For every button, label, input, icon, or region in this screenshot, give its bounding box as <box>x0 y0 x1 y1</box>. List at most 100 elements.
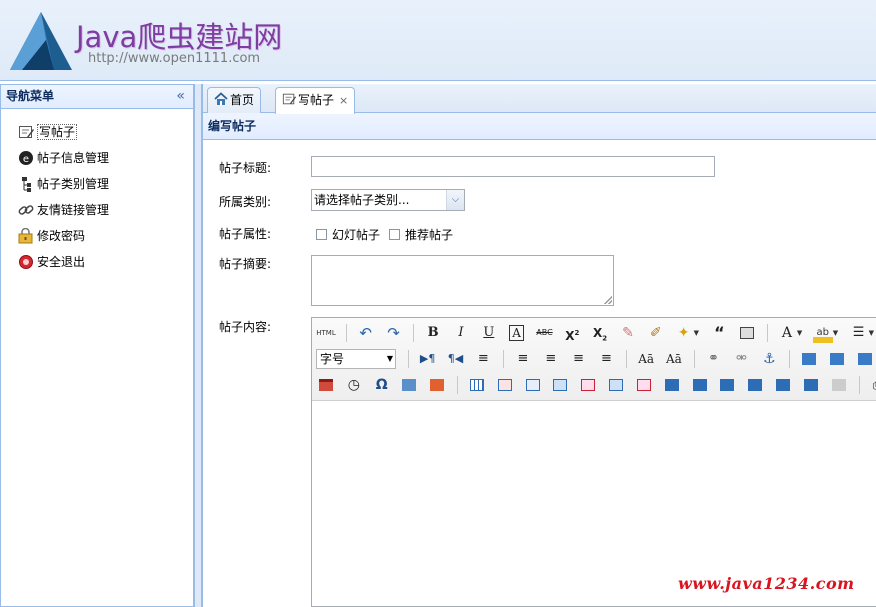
delete-row-icon[interactable] <box>578 375 598 395</box>
split-cols-icon[interactable] <box>801 375 821 395</box>
uppercase-icon[interactable]: Aā <box>636 349 656 369</box>
tab-write-post[interactable]: 写帖子 × <box>275 87 356 114</box>
tab-home[interactable]: 首页 <box>207 87 262 113</box>
nav-item-label: 友情链接管理 <box>37 203 110 217</box>
insert-row-icon[interactable] <box>550 375 570 395</box>
paste-plain-icon[interactable] <box>737 323 757 343</box>
checkbox-box[interactable] <box>316 229 327 240</box>
collapse-icon[interactable]: « <box>176 85 185 108</box>
tab-label: 写帖子 <box>298 93 335 107</box>
merge-cells-icon[interactable] <box>662 375 682 395</box>
template-icon[interactable] <box>427 375 447 395</box>
italic-icon[interactable]: I <box>451 323 471 343</box>
chevron-down-icon[interactable]: ⌵ <box>446 190 464 210</box>
split-rows-icon[interactable] <box>773 375 793 395</box>
wordimage-icon[interactable] <box>399 375 419 395</box>
background-color-icon[interactable]: ab <box>812 323 833 343</box>
align-center-icon[interactable]: ≡ <box>541 349 561 369</box>
post-title-input[interactable] <box>311 156 715 177</box>
align-left-icon[interactable]: ≡ <box>513 349 533 369</box>
superscript-icon[interactable]: X2 <box>562 323 582 343</box>
info-icon: e <box>19 151 33 165</box>
split-cells-icon[interactable] <box>745 375 765 395</box>
toolbar-separator <box>503 350 505 368</box>
category-select-value: 请选择帖子类别... <box>314 193 410 207</box>
nav-item-label: 修改密码 <box>37 229 86 243</box>
strikethrough-icon[interactable]: ABC <box>534 323 554 343</box>
undo-icon[interactable]: ↶ <box>356 323 376 343</box>
merge-down-icon[interactable] <box>717 375 737 395</box>
toolbar-separator <box>345 324 347 342</box>
ltr-icon[interactable]: ▶¶ <box>418 349 438 369</box>
font-size-label: 字号 <box>320 352 345 366</box>
toolbar-separator <box>413 324 415 342</box>
eraser-icon[interactable]: ✎ <box>618 323 638 343</box>
nav-item-write-post[interactable]: 写帖子 <box>1 119 193 145</box>
nav-item-friend-links[interactable]: 友情链接管理 <box>1 197 193 223</box>
close-icon[interactable]: × <box>339 94 348 107</box>
table-properties-icon[interactable] <box>829 375 849 395</box>
panel-splitter[interactable] <box>194 84 202 607</box>
blockquote-icon[interactable]: “ <box>709 323 729 343</box>
underline-icon[interactable]: U <box>479 323 499 343</box>
chevron-down-icon[interactable]: ▼ <box>869 323 876 343</box>
format-brush-icon[interactable]: ✐ <box>646 323 666 343</box>
print-icon[interactable]: ⎙ <box>868 375 876 395</box>
time-icon[interactable]: ◷ <box>344 375 364 395</box>
resize-handle-icon[interactable] <box>604 296 612 304</box>
nav-header: 导航菜单 « <box>1 85 193 109</box>
slide-post-checkbox[interactable]: 幻灯帖子 <box>316 226 380 243</box>
delete-col-icon[interactable] <box>634 375 654 395</box>
ordered-list-icon[interactable]: ☰ <box>849 323 869 343</box>
recommend-post-checkbox[interactable]: 推荐帖子 <box>389 226 453 243</box>
rich-text-editor[interactable]: HTML ↶ ↷ B I U A ABC X2 X2 ✎ ✐ ✦ ▼ “ A ▼ a… <box>311 317 876 607</box>
chevron-down-icon[interactable]: ▼ <box>797 323 805 343</box>
toolbar-row-1: HTML ↶ ↷ B I U A ABC X2 X2 ✎ ✐ ✦ ▼ “ A ▼ a… <box>316 323 876 345</box>
insert-col-icon[interactable] <box>606 375 626 395</box>
summary-textarea[interactable] <box>311 255 614 306</box>
link-icon[interactable]: ⚭ <box>704 349 724 369</box>
chevron-down-icon[interactable]: ▼ <box>694 323 702 343</box>
redo-icon[interactable]: ↷ <box>383 323 403 343</box>
merge-right-icon[interactable] <box>690 375 710 395</box>
image-none-icon[interactable] <box>799 349 819 369</box>
date-icon[interactable] <box>316 375 336 395</box>
edit-icon <box>282 93 296 105</box>
anchor-icon[interactable]: ⚓ <box>759 349 779 369</box>
chevron-down-icon[interactable]: ▼ <box>387 350 393 368</box>
indent-icon[interactable]: ≡ <box>473 349 493 369</box>
rtl-icon[interactable]: ¶◀ <box>445 349 465 369</box>
attribute-label: 帖子属性: <box>219 227 272 241</box>
checkbox-label: 幻灯帖子 <box>332 228 381 242</box>
toolbar-separator <box>626 350 628 368</box>
lowercase-icon[interactable]: Aā <box>664 349 684 369</box>
nav-item-post-category[interactable]: 帖子类别管理 <box>1 171 193 197</box>
align-right-icon[interactable]: ≡ <box>569 349 589 369</box>
font-color-icon[interactable]: A <box>777 323 797 343</box>
nav-item-change-password[interactable]: 修改密码 <box>1 223 193 249</box>
insert-table-icon[interactable] <box>467 375 487 395</box>
special-char-icon[interactable]: Ω <box>372 375 392 395</box>
toolbar-row-2: 字号 ▼ ▶¶ ¶◀ ≡ ≡ ≡ ≡ ≡ Aā Aā ⚭ ⚮ ⚓ <box>316 349 876 371</box>
nav-list: 写帖子 e 帖子信息管理 帖子类别管理 友情链接管理 修改密码 安全退出 <box>1 109 193 275</box>
toolbar-separator <box>789 350 791 368</box>
font-border-icon[interactable]: A <box>507 323 527 343</box>
chevron-down-icon[interactable]: ▼ <box>833 323 841 343</box>
auto-format-icon[interactable]: ✦ <box>674 323 694 343</box>
main-panel: 首页 写帖子 × 编写帖子 帖子标题: 所属类别: 请选择帖子类别... ⌵ 帖子… <box>202 84 876 607</box>
category-select[interactable]: 请选择帖子类别... ⌵ <box>311 189 465 211</box>
subscript-icon[interactable]: X2 <box>590 323 610 343</box>
insert-paragraph-before-table-icon[interactable] <box>523 375 543 395</box>
html-source-icon[interactable]: HTML <box>316 323 336 343</box>
font-size-select[interactable]: 字号 ▼ <box>316 349 396 369</box>
checkbox-box[interactable] <box>389 229 400 240</box>
image-left-icon[interactable] <box>827 349 847 369</box>
bold-icon[interactable]: B <box>423 323 443 343</box>
delete-table-icon[interactable] <box>495 375 515 395</box>
align-justify-icon[interactable]: ≡ <box>596 349 616 369</box>
nav-item-logout[interactable]: 安全退出 <box>1 249 193 275</box>
toolbar-separator <box>457 376 459 394</box>
nav-item-post-info[interactable]: e 帖子信息管理 <box>1 145 193 171</box>
unlink-icon[interactable]: ⚮ <box>731 349 751 369</box>
image-right-icon[interactable] <box>855 349 875 369</box>
